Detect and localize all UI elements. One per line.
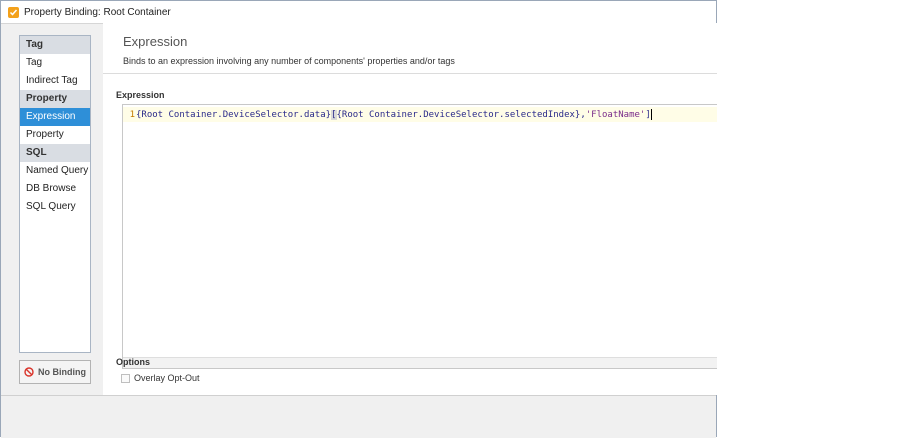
- expression-label: Expression: [116, 90, 165, 100]
- no-binding-label: No Binding: [38, 367, 86, 377]
- code-string: 'FloatName': [585, 110, 646, 120]
- sidebar-item-sql-query[interactable]: SQL Query: [20, 198, 90, 216]
- sidebar-item-indirect-tag[interactable]: Indirect Tag: [20, 72, 90, 90]
- overlay-optout-label: Overlay Opt-Out: [134, 373, 200, 383]
- no-entry-icon: [24, 367, 34, 377]
- text-caret: [650, 109, 652, 120]
- dialog-footer: [1, 395, 716, 438]
- app-logo-icon: [8, 6, 19, 18]
- expression-code[interactable]: {Root Container.DeviceSelector.data}[{Ro…: [136, 109, 652, 120]
- property-binding-window: Property Binding: Root Container Tag Tag…: [0, 0, 717, 438]
- overlay-optout-checkbox[interactable]: [121, 373, 130, 383]
- section-header-sql: SQL: [20, 144, 90, 162]
- sidebar-item-db-browse[interactable]: DB Browse: [20, 180, 90, 198]
- code-segment-data: {Root Container.DeviceSelector.data}: [136, 110, 332, 120]
- title-bar: Property Binding: Root Container: [1, 1, 716, 24]
- line-number: 1: [129, 109, 135, 120]
- panel-header: Expression Binds to an expression involv…: [103, 23, 717, 74]
- binding-type-list: Tag Tag Indirect Tag Property Expression…: [19, 35, 91, 353]
- options-label: Options: [116, 357, 150, 367]
- panel-description: Binds to an expression involving any num…: [123, 56, 455, 66]
- overlay-optout-row[interactable]: Overlay Opt-Out: [121, 373, 200, 383]
- sidebar-item-expression[interactable]: Expression: [20, 108, 90, 126]
- window-title: Property Binding: Root Container: [24, 6, 171, 18]
- section-header-property: Property: [20, 90, 90, 108]
- no-binding-button[interactable]: No Binding: [19, 360, 91, 384]
- editor-line-1[interactable]: 1 {Root Container.DeviceSelector.data}[{…: [123, 107, 717, 122]
- horizontal-scrollbar[interactable]: ‹: [123, 357, 717, 368]
- binding-config-panel: Expression Binds to an expression involv…: [103, 23, 717, 395]
- sidebar-item-tag[interactable]: Tag: [20, 54, 90, 72]
- expression-editor[interactable]: 1 {Root Container.DeviceSelector.data}[{…: [122, 104, 717, 369]
- sidebar-item-named-query[interactable]: Named Query: [20, 162, 90, 180]
- sidebar-item-property[interactable]: Property: [20, 126, 90, 144]
- panel-title: Expression: [123, 34, 188, 49]
- code-segment-index: {Root Container.DeviceSelector.selectedI…: [336, 110, 586, 120]
- section-header-tag: Tag: [20, 36, 90, 54]
